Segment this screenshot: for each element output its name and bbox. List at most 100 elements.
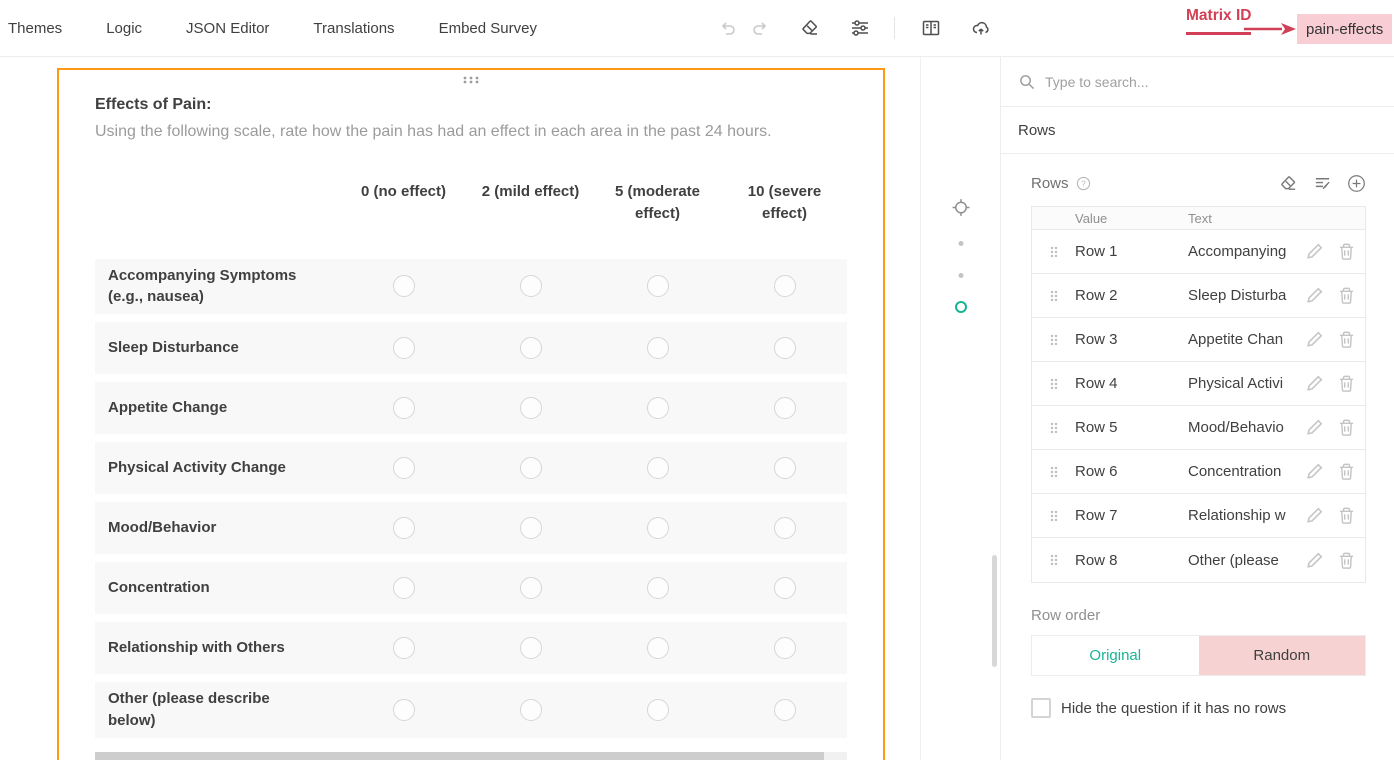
- delete-icon[interactable]: [1337, 286, 1356, 305]
- radio-button[interactable]: [647, 577, 669, 599]
- row-drag-handle-icon[interactable]: [1032, 464, 1075, 480]
- rows-section-header[interactable]: Rows: [1001, 107, 1394, 154]
- delete-icon[interactable]: [1337, 551, 1356, 570]
- radio-button[interactable]: [520, 637, 542, 659]
- row-drag-handle-icon[interactable]: [1032, 332, 1075, 348]
- radio-button[interactable]: [393, 517, 415, 539]
- radio-button[interactable]: [774, 637, 796, 659]
- row-text[interactable]: Accompanying: [1188, 243, 1305, 260]
- text-edit-icon[interactable]: [1313, 174, 1332, 193]
- radio-button[interactable]: [774, 457, 796, 479]
- row-value[interactable]: Row 8: [1075, 552, 1188, 569]
- edit-icon[interactable]: [1305, 462, 1324, 481]
- tab-themes[interactable]: Themes: [0, 20, 84, 37]
- row-text[interactable]: Sleep Disturba: [1188, 287, 1305, 304]
- page-dot[interactable]: [958, 241, 963, 246]
- row-text[interactable]: Appetite Chan: [1188, 331, 1305, 348]
- row-drag-handle-icon[interactable]: [1032, 244, 1075, 260]
- matrix-id-value[interactable]: pain-effects: [1297, 14, 1392, 44]
- delete-icon[interactable]: [1337, 330, 1356, 349]
- question-description[interactable]: Using the following scale, rate how the …: [95, 123, 847, 141]
- radio-button[interactable]: [647, 397, 669, 419]
- row-value[interactable]: Row 5: [1075, 419, 1188, 436]
- radio-button[interactable]: [393, 275, 415, 297]
- radio-button[interactable]: [774, 275, 796, 297]
- clear-icon[interactable]: [1279, 174, 1298, 193]
- row-drag-handle-icon[interactable]: [1032, 552, 1075, 568]
- row-text[interactable]: Physical Activi: [1188, 375, 1305, 392]
- radio-button[interactable]: [774, 517, 796, 539]
- eraser-icon[interactable]: [800, 18, 820, 38]
- settings-icon[interactable]: [850, 18, 870, 38]
- radio-button[interactable]: [647, 457, 669, 479]
- drag-handle-icon[interactable]: [462, 75, 480, 85]
- row-order-random-button[interactable]: Random: [1199, 636, 1366, 675]
- add-icon[interactable]: [1347, 174, 1366, 193]
- row-value[interactable]: Row 1: [1075, 243, 1188, 260]
- row-drag-handle-icon[interactable]: [1032, 420, 1075, 436]
- radio-button[interactable]: [647, 699, 669, 721]
- preview-icon[interactable]: [921, 18, 941, 38]
- help-icon[interactable]: ?: [1076, 176, 1091, 191]
- delete-icon[interactable]: [1337, 462, 1356, 481]
- page-dot[interactable]: [958, 273, 963, 278]
- radio-button[interactable]: [393, 699, 415, 721]
- search-input[interactable]: [1045, 74, 1377, 90]
- radio-button[interactable]: [647, 275, 669, 297]
- hide-question-checkbox[interactable]: [1031, 698, 1051, 718]
- radio-button[interactable]: [520, 517, 542, 539]
- radio-button[interactable]: [647, 637, 669, 659]
- delete-icon[interactable]: [1337, 374, 1356, 393]
- radio-button[interactable]: [774, 337, 796, 359]
- edit-icon[interactable]: [1305, 418, 1324, 437]
- edit-icon[interactable]: [1305, 330, 1324, 349]
- delete-icon[interactable]: [1337, 506, 1356, 525]
- radio-button[interactable]: [774, 699, 796, 721]
- edit-icon[interactable]: [1305, 551, 1324, 570]
- undo-icon[interactable]: [718, 18, 738, 38]
- delete-icon[interactable]: [1337, 242, 1356, 261]
- radio-button[interactable]: [393, 337, 415, 359]
- horizontal-scrollbar[interactable]: [95, 752, 847, 760]
- radio-button[interactable]: [774, 577, 796, 599]
- radio-button[interactable]: [393, 577, 415, 599]
- edit-icon[interactable]: [1305, 286, 1324, 305]
- publish-icon[interactable]: [971, 18, 991, 38]
- vertical-scrollbar-thumb[interactable]: [992, 555, 997, 667]
- row-value[interactable]: Row 2: [1075, 287, 1188, 304]
- row-text[interactable]: Concentration: [1188, 463, 1305, 480]
- radio-button[interactable]: [393, 397, 415, 419]
- radio-button[interactable]: [647, 337, 669, 359]
- row-drag-handle-icon[interactable]: [1032, 376, 1075, 392]
- question-card-selected[interactable]: Effects of Pain: Using the following sca…: [57, 68, 885, 760]
- row-order-original-button[interactable]: Original: [1032, 636, 1199, 675]
- row-text[interactable]: Mood/Behavio: [1188, 419, 1305, 436]
- edit-icon[interactable]: [1305, 374, 1324, 393]
- tab-translations[interactable]: Translations: [291, 20, 416, 37]
- radio-button[interactable]: [393, 457, 415, 479]
- row-drag-handle-icon[interactable]: [1032, 508, 1075, 524]
- row-text[interactable]: Relationship w: [1188, 507, 1305, 524]
- tab-json-editor[interactable]: JSON Editor: [164, 20, 291, 37]
- row-drag-handle-icon[interactable]: [1032, 288, 1075, 304]
- radio-button[interactable]: [393, 637, 415, 659]
- current-page-ring[interactable]: [955, 301, 967, 313]
- radio-button[interactable]: [520, 457, 542, 479]
- row-value[interactable]: Row 6: [1075, 463, 1188, 480]
- edit-icon[interactable]: [1305, 242, 1324, 261]
- edit-icon[interactable]: [1305, 506, 1324, 525]
- row-text[interactable]: Other (please: [1188, 552, 1305, 569]
- target-icon[interactable]: [950, 197, 971, 218]
- question-title[interactable]: Effects of Pain:: [95, 96, 847, 114]
- radio-button[interactable]: [647, 517, 669, 539]
- radio-button[interactable]: [520, 397, 542, 419]
- radio-button[interactable]: [520, 337, 542, 359]
- tab-logic[interactable]: Logic: [84, 20, 164, 37]
- radio-button[interactable]: [774, 397, 796, 419]
- radio-button[interactable]: [520, 577, 542, 599]
- row-value[interactable]: Row 4: [1075, 375, 1188, 392]
- tab-embed-survey[interactable]: Embed Survey: [417, 20, 559, 37]
- radio-button[interactable]: [520, 699, 542, 721]
- redo-icon[interactable]: [750, 18, 770, 38]
- delete-icon[interactable]: [1337, 418, 1356, 437]
